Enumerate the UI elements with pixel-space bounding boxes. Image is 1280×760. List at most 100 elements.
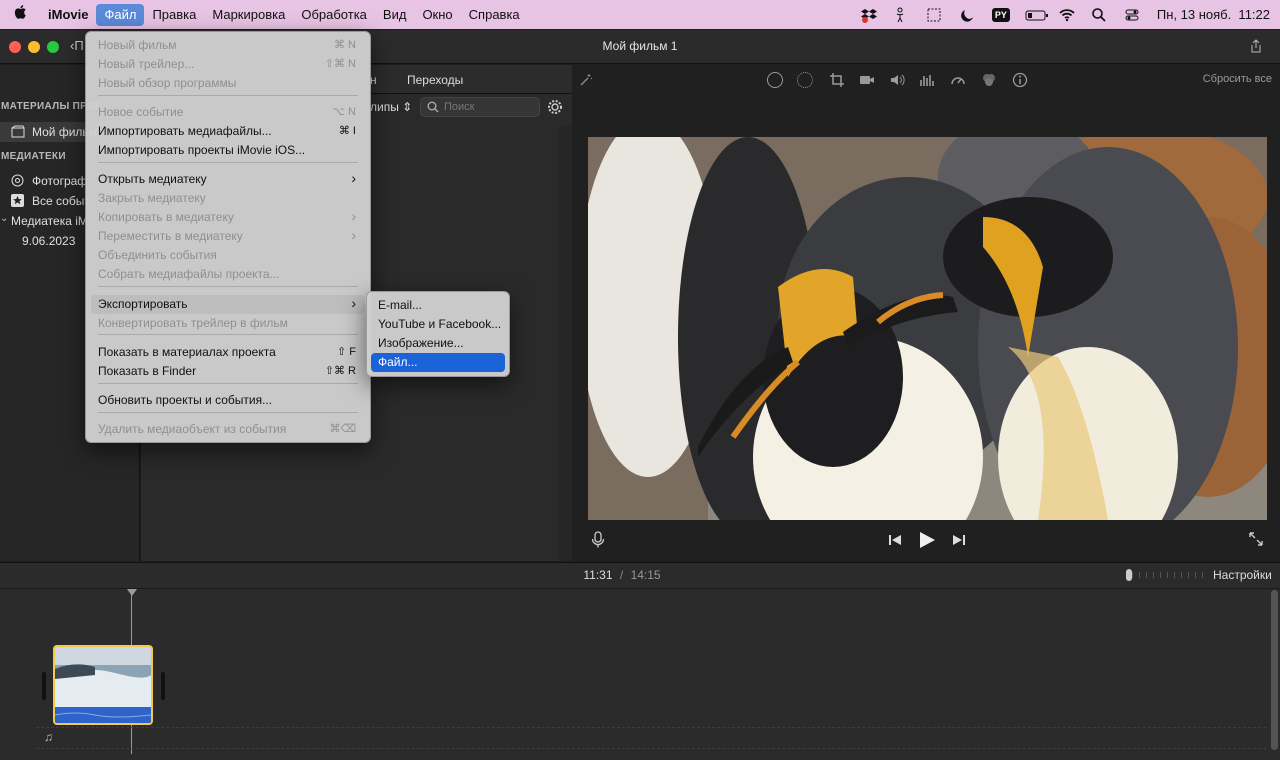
crop-icon[interactable] [829, 72, 845, 88]
menu-item-merge-events[interactable]: Объединить события [91, 246, 365, 265]
focus-moon-icon[interactable] [959, 7, 977, 23]
menu-item-new-movie[interactable]: Новый фильм ⌘ N [91, 36, 365, 55]
accessibility-icon[interactable] [893, 7, 911, 23]
current-time: 11:31 [583, 568, 613, 582]
submenu-chevron-icon: › [351, 208, 356, 224]
menu-item-label: Импортировать проекты iMovie iOS... [98, 143, 306, 157]
skip-back-icon[interactable] [887, 532, 903, 548]
dropbox-icon[interactable] [860, 7, 878, 23]
menu-item-reveal-in-finder[interactable]: Показать в Finder ⇧⌘ R [91, 362, 365, 381]
info-icon[interactable] [1012, 72, 1028, 88]
disclosure-triangle-icon[interactable]: ⌄ [0, 213, 8, 224]
menu-item-import-ios-projects[interactable]: Импортировать проекты iMovie iOS... [91, 141, 365, 160]
menu-item-reveal-in-project-media[interactable]: Показать в материалах проекта ⇧ F [91, 343, 365, 362]
screenshot-icon[interactable] [926, 7, 944, 23]
menu-item-label: Показать в Finder [98, 364, 197, 378]
clip-trim-right[interactable] [161, 672, 165, 700]
menu-item-close-library[interactable]: Закрыть медиатеку [91, 189, 365, 208]
menu-separator [98, 95, 358, 96]
menu-edit[interactable]: Правка [144, 4, 204, 26]
sidebar-item-event[interactable]: 9.06.2023 [22, 234, 75, 248]
menu-item-shortcut: ⇧⌘ N [324, 58, 356, 70]
color-correction-icon[interactable] [797, 72, 813, 88]
libraries-section-header: МЕДИАТЕКИ [1, 151, 66, 162]
battery-icon[interactable] [1025, 7, 1048, 23]
sidebar-item-library[interactable]: Медиатека iM [11, 214, 88, 228]
wifi-icon[interactable] [1058, 7, 1076, 23]
menu-help[interactable]: Справка [461, 4, 528, 26]
clip-trim-left[interactable] [42, 672, 46, 700]
zoom-slider[interactable] [1126, 568, 1206, 582]
submenu-item-image[interactable]: Изображение... [371, 334, 505, 353]
equalizer-icon[interactable] [919, 72, 935, 88]
menu-window[interactable]: Окно [414, 4, 460, 26]
menu-item-shortcut: ⇧⌘ R [324, 365, 356, 377]
total-time: 14:15 [630, 568, 661, 582]
menu-item-import-media[interactable]: Импортировать медиафайлы... ⌘ I [91, 122, 365, 141]
menu-item-label: Показать в материалах проекта [98, 345, 276, 359]
skip-forward-icon[interactable] [951, 532, 967, 548]
submenu-item-email[interactable]: E-mail... [371, 296, 505, 315]
menu-item-open-library[interactable]: Открыть медиатеку › [91, 170, 365, 189]
submenu-item-file[interactable]: Файл... [371, 353, 505, 372]
time-separator: / [619, 568, 624, 582]
timeline-settings-button[interactable]: Настройки [1213, 568, 1272, 582]
submenu-chevron-icon: › [351, 227, 356, 243]
menu-imovie[interactable]: iMovie [40, 4, 96, 26]
menubar-clock[interactable]: Пн, 13 нояб. 11:22 [1157, 7, 1270, 22]
apple-menu-icon[interactable] [0, 4, 40, 26]
menu-item-label: Новый трейлер... [98, 57, 195, 71]
play-icon[interactable] [918, 530, 936, 550]
sidebar-item-all-events[interactable]: Все событ [32, 194, 90, 208]
input-source-indicator[interactable]: PY [991, 7, 1010, 22]
menu-item-delete-media-from-event[interactable]: Удалить медиаобъект из события ⌘⌫ [91, 420, 365, 439]
microphone-icon[interactable] [591, 531, 605, 549]
speed-gauge-icon[interactable] [950, 72, 966, 88]
menu-item-label: Собрать медиафайлы проекта... [98, 267, 280, 281]
fullscreen-icon[interactable] [1248, 531, 1264, 547]
menu-item-convert-trailer[interactable]: Конвертировать трейлер в фильм [91, 314, 365, 333]
tab-transitions[interactable]: Переходы [407, 73, 463, 87]
submenu-item-youtube-facebook[interactable]: YouTube и Facebook... [371, 315, 505, 334]
menu-item-consolidate-project-media[interactable]: Собрать медиафайлы проекта... [91, 265, 365, 284]
menu-item-move-to-library[interactable]: Переместить в медиатеку › [91, 227, 365, 246]
color-balance-icon[interactable] [767, 72, 783, 88]
menu-separator [98, 412, 358, 413]
volume-icon[interactable] [889, 72, 905, 88]
menu-item-export[interactable]: Экспортировать › [91, 295, 365, 314]
spotlight-search-icon[interactable] [1091, 7, 1109, 23]
menu-mark[interactable]: Маркировка [204, 4, 293, 26]
menu-file[interactable]: Файл [96, 3, 145, 26]
clips-filter-dropdown[interactable]: липы ⇕ [370, 100, 412, 114]
timeline-scrollbar[interactable] [1271, 590, 1278, 750]
submenu-chevron-icon: › [351, 295, 356, 311]
sidebar-item-photos[interactable]: Фотограф [32, 174, 87, 188]
search-input[interactable]: Поиск [420, 97, 540, 117]
menu-item-label: Новое событие [98, 105, 184, 119]
music-track[interactable] [36, 727, 1266, 749]
menu-view[interactable]: Вид [375, 4, 415, 26]
menu-item-label: Удалить медиаобъект из события [98, 422, 287, 436]
timeline-clip[interactable] [53, 645, 153, 725]
menu-item-update-projects-events[interactable]: Обновить проекты и события... [91, 391, 365, 410]
menu-modify[interactable]: Обработка [293, 4, 375, 26]
menu-item-new-app-preview[interactable]: Новый обзор программы [91, 74, 365, 93]
menu-item-shortcut: ⌥ N [332, 106, 356, 118]
menu-item-copy-to-library[interactable]: Копировать в медиатеку › [91, 208, 365, 227]
stabilization-camera-icon[interactable] [859, 73, 875, 87]
playhead-handle[interactable] [127, 589, 137, 596]
export-submenu: E-mail... YouTube и Facebook... Изображени… [366, 291, 510, 377]
menu-item-shortcut: ⌘ N [334, 39, 356, 51]
noise-reduction-icon[interactable] [981, 72, 997, 88]
menu-item-new-event[interactable]: Новое событие ⌥ N [91, 103, 365, 122]
menu-item-new-trailer[interactable]: Новый трейлер... ⇧⌘ N [91, 55, 365, 74]
star-events-icon [11, 194, 24, 207]
updown-chevron-icon: ⇕ [402, 100, 413, 114]
gear-icon[interactable] [547, 99, 563, 115]
photos-icon [11, 174, 24, 187]
control-center-icon[interactable] [1124, 7, 1142, 23]
share-icon[interactable] [1248, 38, 1264, 54]
magic-wand-icon[interactable] [578, 72, 594, 88]
browser-scrollbar[interactable] [559, 125, 571, 561]
reset-all-button[interactable]: Сбросить все [1180, 73, 1272, 85]
